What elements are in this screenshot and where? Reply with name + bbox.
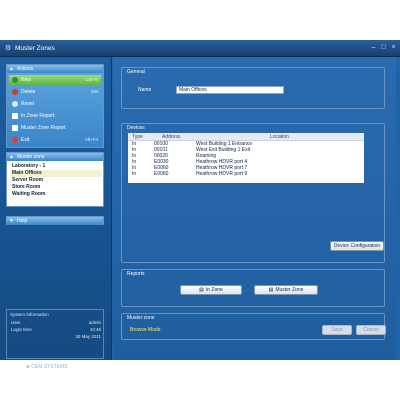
window-title: Muster Zones — [15, 45, 55, 52]
sys-label: User — [11, 320, 21, 325]
column-header[interactable]: Type — [132, 133, 143, 141]
device-configuration-button[interactable]: Device Configuration — [330, 241, 384, 251]
sys-value: 30 May 2011 — [75, 334, 101, 339]
general-group: General Name — [121, 67, 385, 109]
sys-row-user: User admin — [11, 320, 101, 325]
muster-zone-section-title: Muster zone — [127, 315, 155, 321]
add-icon — [12, 77, 18, 83]
logo-text: CEM SYSTEMS — [31, 364, 68, 370]
general-title: General — [127, 69, 145, 75]
muster-zone-header-label: Muster zone — [17, 154, 45, 160]
cancel-button[interactable]: Cancel — [356, 325, 386, 335]
sidebar: ▲ Actions New Ctrl+N Delete Del Reset In… — [0, 57, 112, 370]
actions-panel: ▲ Actions New Ctrl+N Delete Del Reset In… — [6, 64, 104, 148]
table-row[interactable]: In E0060 Heathrow HDVR port 9 — [128, 171, 364, 177]
devices-group: Devices Type Address Location In 00100 W… — [121, 123, 385, 263]
report-icon — [12, 125, 18, 131]
reset-action-label: Reset — [21, 101, 35, 107]
reset-icon — [12, 101, 18, 107]
column-header[interactable]: Location — [270, 133, 289, 141]
cell-location: Heathrow HDVR port 9 — [196, 171, 248, 177]
minimize-icon[interactable]: – — [369, 44, 378, 52]
system-information: System Information User admin Login time… — [6, 309, 104, 359]
help-header[interactable]: ▼ Help — [7, 217, 103, 225]
title-bar: ⚙ Muster Zones – □ × — [0, 40, 400, 57]
muster-zone-section: Muster zone Browse Mode Save Cancel — [121, 313, 386, 340]
close-icon[interactable]: × — [389, 44, 398, 52]
sys-row-login: Login time 10:46 — [11, 327, 101, 332]
delete-action[interactable]: Delete Del — [9, 87, 101, 97]
devices-title: Devices — [127, 125, 145, 131]
devices-table: Type Address Location In 00100 West Buil… — [128, 133, 364, 183]
logo-icon: ◈ — [26, 364, 30, 370]
zone-item[interactable]: Waiting Room — [10, 191, 102, 198]
sys-label: Login time — [11, 327, 32, 332]
app-icon: ⚙ — [5, 45, 12, 52]
new-action[interactable]: New Ctrl+N — [9, 75, 101, 85]
help-panel[interactable]: ▼ Help — [6, 216, 104, 225]
name-input[interactable] — [176, 86, 284, 94]
actions-header[interactable]: ▲ Actions — [7, 65, 103, 73]
reports-title: Reports — [127, 271, 145, 277]
cem-systems-logo: ◈ CEM SYSTEMS — [26, 360, 76, 374]
zone-item-selected[interactable]: Main Offices — [10, 170, 102, 177]
report-icon: ▤ — [199, 287, 204, 293]
help-header-label: Help — [17, 218, 28, 224]
zone-item[interactable]: Laboratory - 1 — [10, 163, 102, 170]
muster-zone-panel: ▲ Muster zone Laboratory - 1 Main Office… — [6, 152, 104, 207]
new-action-label: New — [21, 77, 32, 83]
collapse-icon: ▲ — [9, 154, 14, 160]
muster-zone-button-label: Muster Zone — [275, 287, 304, 293]
browse-mode-label: Browse Mode — [130, 327, 161, 333]
main-content: General Name Devices Type Address Locati… — [113, 57, 396, 360]
delete-icon — [12, 89, 18, 95]
actions-header-label: Actions — [17, 66, 34, 72]
report-icon: ▤ — [268, 287, 274, 293]
delete-action-label: Delete — [21, 89, 36, 95]
reports-group: Reports ▤ In Zone ▤ Muster Zone — [121, 269, 385, 307]
new-action-shortcut: Ctrl+N — [85, 77, 98, 82]
in-zone-button[interactable]: ▤ In Zone — [180, 285, 242, 295]
cell-type: In — [132, 171, 137, 177]
column-header[interactable]: Address — [162, 133, 180, 141]
exit-action[interactable]: Exit Alt+F4 — [9, 135, 101, 145]
muster-zone-button[interactable]: ▤ Muster Zone — [254, 285, 318, 295]
name-label: Name — [138, 87, 152, 93]
exit-action-label: Exit — [21, 137, 30, 143]
zone-item[interactable]: Store Room — [10, 184, 102, 191]
in-zone-button-label: In Zone — [205, 287, 223, 293]
muster-zone-report-action[interactable]: Muster Zone Report — [9, 123, 101, 133]
muster-zones-window: ⚙ Muster Zones – □ × ▲ Actions New Ctrl+… — [0, 40, 400, 370]
table-header: Type Address Location — [128, 133, 364, 141]
cell-address: E0060 — [154, 171, 169, 177]
save-button[interactable]: Save — [322, 325, 352, 335]
delete-action-shortcut: Del — [91, 89, 98, 94]
muster-zone-report-label: Muster Zone Report — [21, 125, 66, 131]
exit-icon — [12, 137, 18, 143]
muster-zone-header[interactable]: ▲ Muster zone — [7, 153, 103, 161]
report-icon — [12, 113, 18, 119]
in-zone-report-label: In Zone Report — [21, 113, 55, 119]
maximize-icon[interactable]: □ — [379, 44, 388, 52]
sys-value: 10:46 — [89, 327, 101, 332]
system-info-title: System Information — [10, 312, 49, 317]
exit-action-shortcut: Alt+F4 — [84, 137, 98, 142]
zone-item[interactable]: Server Room — [10, 177, 102, 184]
expand-icon: ▼ — [9, 218, 14, 224]
sys-value: admin — [88, 320, 101, 325]
muster-zone-list: Laboratory - 1 Main Offices Server Room … — [10, 163, 102, 205]
reset-action[interactable]: Reset — [9, 99, 101, 109]
collapse-icon: ▲ — [9, 66, 14, 72]
in-zone-report-action[interactable]: In Zone Report — [9, 111, 101, 121]
